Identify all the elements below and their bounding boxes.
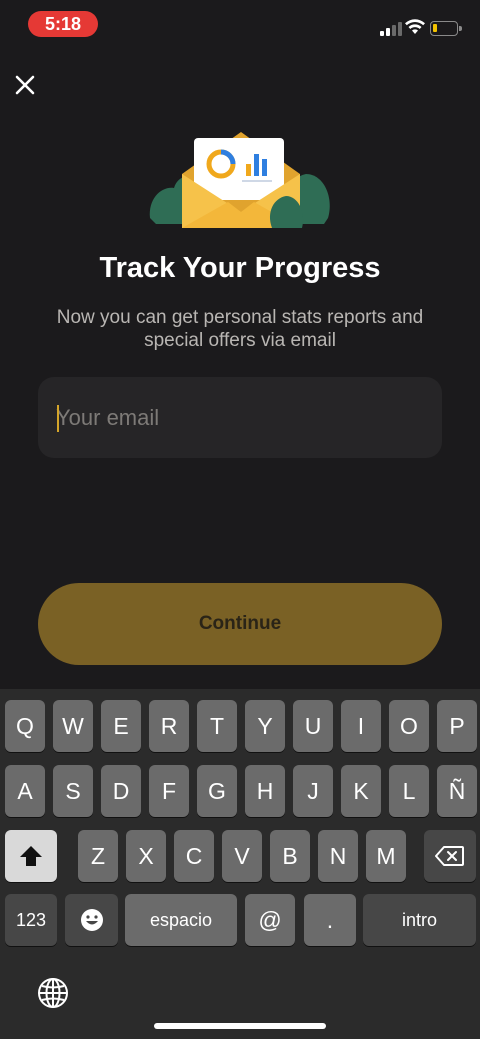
wifi-icon	[405, 19, 425, 34]
key-g[interactable]: G	[197, 765, 237, 817]
key-z[interactable]: Z	[78, 830, 118, 882]
text-cursor	[57, 405, 59, 432]
key-p[interactable]: P	[437, 700, 477, 752]
page-subtitle: Now you can get personal stats reports a…	[56, 307, 424, 351]
page-title: Track Your Progress	[99, 252, 381, 284]
key-x[interactable]: X	[126, 830, 166, 882]
key-d[interactable]: D	[101, 765, 141, 817]
dot-key[interactable]: .	[304, 894, 356, 946]
status-bar: 5:18	[0, 0, 480, 48]
key-t[interactable]: T	[197, 700, 237, 752]
key-o[interactable]: O	[389, 700, 429, 752]
key-i[interactable]: I	[341, 700, 381, 752]
numbers-key[interactable]: 123	[5, 894, 57, 946]
space-key[interactable]: espacio	[125, 894, 237, 946]
key-h[interactable]: H	[245, 765, 285, 817]
email-input[interactable]	[56, 377, 426, 458]
return-key[interactable]: intro	[363, 894, 476, 946]
status-time: 5:18	[28, 11, 98, 37]
cellular-signal-icon	[380, 22, 402, 36]
delete-icon	[435, 845, 464, 866]
key-w[interactable]: W	[53, 700, 93, 752]
shift-icon	[20, 845, 42, 866]
key-k[interactable]: K	[341, 765, 381, 817]
globe-icon[interactable]	[36, 976, 70, 1010]
key-n[interactable]: N	[318, 830, 358, 882]
key-m[interactable]: M	[366, 830, 406, 882]
key-u[interactable]: U	[293, 700, 333, 752]
envelope-stats-illustration	[149, 132, 330, 228]
key-f[interactable]: F	[149, 765, 189, 817]
key-j[interactable]: J	[293, 765, 333, 817]
key-n-tilde[interactable]: Ñ	[437, 765, 477, 817]
continue-button[interactable]: Continue	[38, 583, 442, 665]
delete-key[interactable]	[424, 830, 476, 882]
close-icon[interactable]	[10, 70, 40, 100]
battery-icon	[430, 21, 462, 36]
shift-key[interactable]	[5, 830, 57, 882]
key-y[interactable]: Y	[245, 700, 285, 752]
key-r[interactable]: R	[149, 700, 189, 752]
key-c[interactable]: C	[174, 830, 214, 882]
key-b[interactable]: B	[270, 830, 310, 882]
emoji-icon	[80, 908, 103, 931]
key-q[interactable]: Q	[5, 700, 45, 752]
key-a[interactable]: A	[5, 765, 45, 817]
key-s[interactable]: S	[53, 765, 93, 817]
email-field[interactable]	[38, 377, 442, 458]
at-key[interactable]: @	[245, 894, 295, 946]
emoji-key[interactable]	[65, 894, 118, 946]
key-v[interactable]: V	[222, 830, 262, 882]
home-indicator[interactable]	[154, 1023, 326, 1029]
key-e[interactable]: E	[101, 700, 141, 752]
key-l[interactable]: L	[389, 765, 429, 817]
